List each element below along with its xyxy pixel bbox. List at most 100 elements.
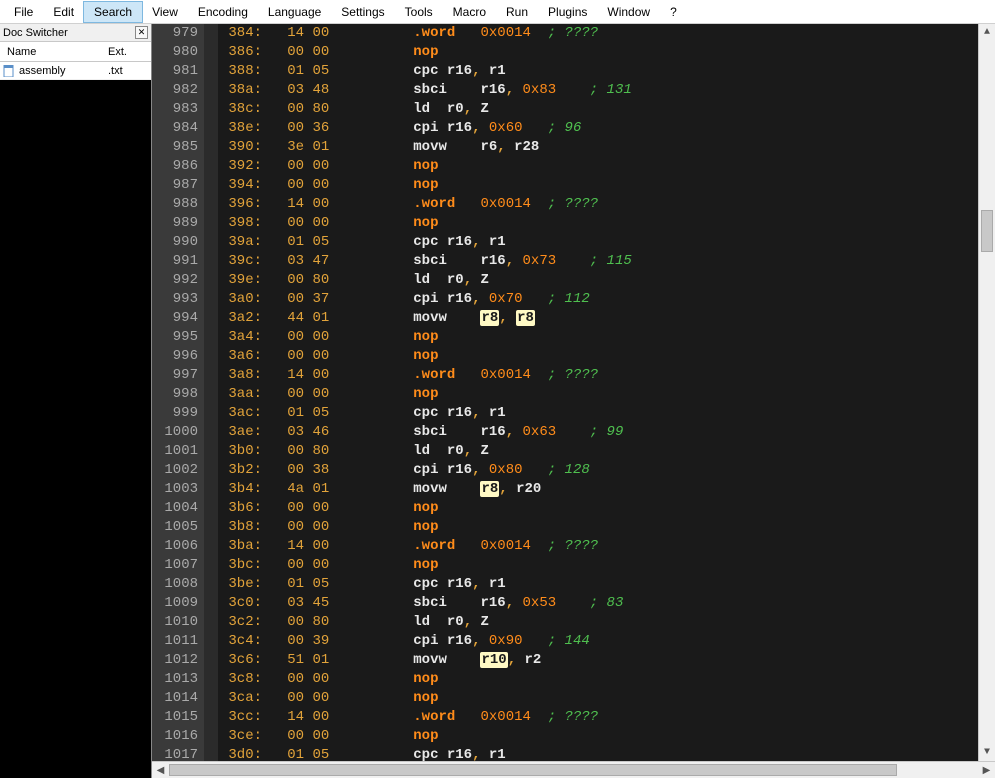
line-number[interactable]: 997: [152, 366, 198, 385]
line-number[interactable]: 989: [152, 214, 198, 233]
line-number[interactable]: 983: [152, 100, 198, 119]
code-line[interactable]: 3a8: 14 00 .word 0x0014 ; ????: [220, 366, 978, 385]
line-number[interactable]: 998: [152, 385, 198, 404]
horizontal-scrollbar[interactable]: ◀ ▶: [152, 761, 995, 778]
menu-tools[interactable]: Tools: [395, 2, 443, 22]
code-line[interactable]: 3c2: 00 80 ld r0, Z: [220, 613, 978, 632]
vscroll-track[interactable]: [979, 41, 995, 744]
menu-macro[interactable]: Macro: [443, 2, 496, 22]
line-number[interactable]: 995: [152, 328, 198, 347]
code-line[interactable]: 3c6: 51 01 movw r10, r2: [220, 651, 978, 670]
hscroll-thumb[interactable]: [169, 764, 897, 776]
menu-q[interactable]: ?: [660, 2, 687, 22]
code-line[interactable]: 3a0: 00 37 cpi r16, 0x70 ; 112: [220, 290, 978, 309]
code-line[interactable]: 3be: 01 05 cpc r16, r1: [220, 575, 978, 594]
code-line[interactable]: 3d0: 01 05 cpc r16, r1: [220, 746, 978, 761]
code-line[interactable]: 3ae: 03 46 sbci r16, 0x63 ; 99: [220, 423, 978, 442]
code-line[interactable]: 386: 00 00 nop: [220, 43, 978, 62]
scroll-left-icon[interactable]: ◀: [152, 762, 169, 778]
code-line[interactable]: 3b2: 00 38 cpi r16, 0x80 ; 128: [220, 461, 978, 480]
file-list-header[interactable]: Name Ext.: [0, 42, 151, 62]
vertical-scrollbar[interactable]: ▲ ▼: [978, 24, 995, 761]
code-line[interactable]: 39c: 03 47 sbci r16, 0x73 ; 115: [220, 252, 978, 271]
line-number[interactable]: 993: [152, 290, 198, 309]
menu-run[interactable]: Run: [496, 2, 538, 22]
line-number[interactable]: 1015: [152, 708, 198, 727]
code-line[interactable]: 3ac: 01 05 cpc r16, r1: [220, 404, 978, 423]
line-number[interactable]: 988: [152, 195, 198, 214]
code-line[interactable]: 390: 3e 01 movw r6, r28: [220, 138, 978, 157]
line-number[interactable]: 1017: [152, 746, 198, 761]
line-number[interactable]: 1014: [152, 689, 198, 708]
file-row[interactable]: assembly.txt: [0, 62, 151, 80]
vscroll-thumb[interactable]: [981, 210, 993, 252]
code-line[interactable]: 38a: 03 48 sbci r16, 0x83 ; 131: [220, 81, 978, 100]
code-line[interactable]: 396: 14 00 .word 0x0014 ; ????: [220, 195, 978, 214]
line-number[interactable]: 1008: [152, 575, 198, 594]
line-number[interactable]: 1006: [152, 537, 198, 556]
scroll-right-icon[interactable]: ▶: [978, 762, 995, 778]
code-line[interactable]: 3c0: 03 45 sbci r16, 0x53 ; 83: [220, 594, 978, 613]
code-line[interactable]: 3a4: 00 00 nop: [220, 328, 978, 347]
code-line[interactable]: 3a6: 00 00 nop: [220, 347, 978, 366]
code-line[interactable]: 3ca: 00 00 nop: [220, 689, 978, 708]
code-line[interactable]: 388: 01 05 cpc r16, r1: [220, 62, 978, 81]
code-line[interactable]: 3c4: 00 39 cpi r16, 0x90 ; 144: [220, 632, 978, 651]
line-number[interactable]: 991: [152, 252, 198, 271]
code-line[interactable]: 3bc: 00 00 nop: [220, 556, 978, 575]
code-line[interactable]: 3ce: 00 00 nop: [220, 727, 978, 746]
line-number[interactable]: 979: [152, 24, 198, 43]
line-number[interactable]: 986: [152, 157, 198, 176]
menu-language[interactable]: Language: [258, 2, 331, 22]
line-number[interactable]: 1011: [152, 632, 198, 651]
hscroll-track[interactable]: [169, 762, 978, 778]
code-line[interactable]: 38e: 00 36 cpi r16, 0x60 ; 96: [220, 119, 978, 138]
line-number[interactable]: 999: [152, 404, 198, 423]
line-number[interactable]: 1002: [152, 461, 198, 480]
code-line[interactable]: 3aa: 00 00 nop: [220, 385, 978, 404]
line-number[interactable]: 996: [152, 347, 198, 366]
menu-file[interactable]: File: [4, 2, 43, 22]
line-number-gutter[interactable]: 979 980 981 982 983 984 985 986 987 988 …: [152, 24, 204, 761]
menu-search[interactable]: Search: [84, 2, 142, 22]
line-number[interactable]: 980: [152, 43, 198, 62]
code-line[interactable]: 3c8: 00 00 nop: [220, 670, 978, 689]
code-line[interactable]: 39e: 00 80 ld r0, Z: [220, 271, 978, 290]
code-line[interactable]: 3b4: 4a 01 movw r8, r20: [220, 480, 978, 499]
fold-margin[interactable]: [204, 24, 218, 761]
line-number[interactable]: 1005: [152, 518, 198, 537]
code-line[interactable]: 3a2: 44 01 movw r8, r8: [220, 309, 978, 328]
line-number[interactable]: 984: [152, 119, 198, 138]
code-line[interactable]: 3b6: 00 00 nop: [220, 499, 978, 518]
line-number[interactable]: 1009: [152, 594, 198, 613]
menu-window[interactable]: Window: [597, 2, 660, 22]
line-number[interactable]: 1007: [152, 556, 198, 575]
menu-edit[interactable]: Edit: [43, 2, 84, 22]
code-area[interactable]: 384: 14 00 .word 0x0014 ; ???? 386: 00 0…: [218, 24, 978, 761]
code-line[interactable]: 3cc: 14 00 .word 0x0014 ; ????: [220, 708, 978, 727]
line-number[interactable]: 1004: [152, 499, 198, 518]
line-number[interactable]: 981: [152, 62, 198, 81]
line-number[interactable]: 992: [152, 271, 198, 290]
line-number[interactable]: 1012: [152, 651, 198, 670]
code-line[interactable]: 384: 14 00 .word 0x0014 ; ????: [220, 24, 978, 43]
line-number[interactable]: 987: [152, 176, 198, 195]
line-number[interactable]: 1000: [152, 423, 198, 442]
line-number[interactable]: 1003: [152, 480, 198, 499]
menu-plugins[interactable]: Plugins: [538, 2, 597, 22]
line-number[interactable]: 1013: [152, 670, 198, 689]
code-line[interactable]: 3b0: 00 80 ld r0, Z: [220, 442, 978, 461]
code-editor[interactable]: 979 980 981 982 983 984 985 986 987 988 …: [152, 24, 995, 761]
line-number[interactable]: 982: [152, 81, 198, 100]
code-line[interactable]: 3ba: 14 00 .word 0x0014 ; ????: [220, 537, 978, 556]
code-line[interactable]: 394: 00 00 nop: [220, 176, 978, 195]
doc-switcher-header[interactable]: Doc Switcher ✕: [0, 24, 151, 42]
line-number[interactable]: 994: [152, 309, 198, 328]
scroll-up-icon[interactable]: ▲: [979, 24, 995, 41]
close-icon[interactable]: ✕: [135, 26, 148, 39]
line-number[interactable]: 1016: [152, 727, 198, 746]
menu-settings[interactable]: Settings: [331, 2, 394, 22]
code-line[interactable]: 398: 00 00 nop: [220, 214, 978, 233]
line-number[interactable]: 990: [152, 233, 198, 252]
code-line[interactable]: 392: 00 00 nop: [220, 157, 978, 176]
